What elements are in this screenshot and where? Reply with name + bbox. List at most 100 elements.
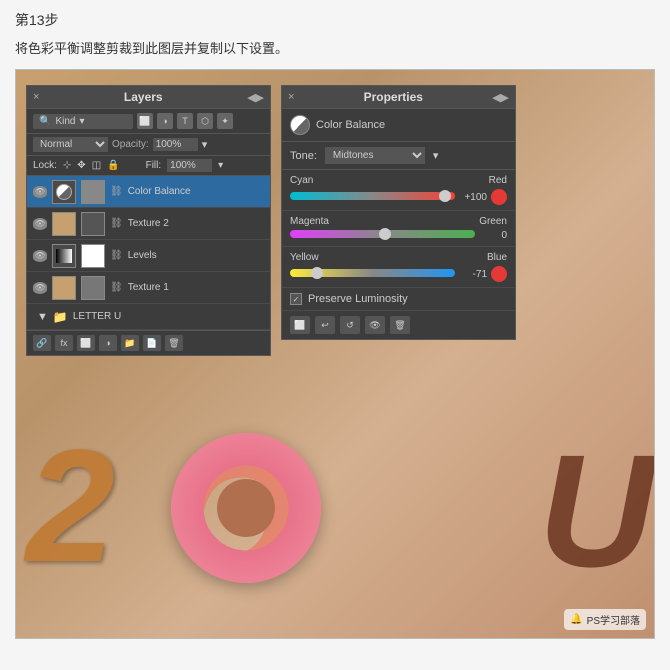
fill-label: Fill: — [146, 160, 162, 171]
chain-icon-4: ⛓ — [110, 282, 123, 293]
mask-texture-2 — [81, 212, 105, 236]
shape-filter-icon[interactable]: ⬡ — [197, 113, 213, 129]
delete-prop-button[interactable]: 🗑 — [390, 316, 410, 334]
color-balance-section-title: Color Balance — [316, 119, 385, 131]
layer-filter-toolbar: 🔍 Kind ▾ ⬜ ◑ T ⬡ ✦ — [27, 109, 270, 134]
blend-mode-row: Normal Multiply Screen Opacity: ▾ — [27, 134, 270, 156]
tone-select[interactable]: Midtones Shadows Highlights — [325, 147, 425, 164]
mask-color-balance — [81, 180, 105, 204]
opacity-input[interactable] — [153, 138, 198, 151]
page-container: 第13步 将色彩平衡调整剪裁到此图层并复制以下设置。 2 O U × Layer… — [0, 0, 670, 670]
panel-close[interactable]: × — [33, 91, 39, 103]
new-group-button[interactable]: 📁 — [121, 335, 139, 351]
preserve-luminosity-row: ✓ Preserve Luminosity — [282, 288, 515, 311]
fill-chevron: ▾ — [218, 160, 223, 171]
layer-effects-button[interactable]: fx — [55, 335, 73, 351]
layer-name-color-balance: Color Balance — [128, 186, 264, 197]
kind-filter[interactable]: 🔍 Kind ▾ — [33, 114, 133, 129]
chain-icon-3: ⛓ — [110, 250, 123, 261]
expand-icon[interactable]: ▼ — [37, 311, 48, 323]
magenta-label: Magenta — [290, 216, 329, 227]
color-balance-icon — [290, 115, 310, 135]
magenta-green-slider-inner: 0 — [290, 230, 507, 241]
smart-filter-icon[interactable]: ✦ — [217, 113, 233, 129]
thumb-texture-2 — [52, 212, 76, 236]
group-name: LETTER U — [73, 311, 264, 322]
adjustment-filter-icon[interactable]: ◑ — [157, 113, 173, 129]
letter-u: U — [538, 419, 649, 603]
cyan-label: Cyan — [290, 175, 313, 186]
clip-to-layer-button[interactable]: ⬜ — [290, 316, 310, 334]
undo-button[interactable]: ↩ — [315, 316, 335, 334]
cyan-red-dot — [491, 189, 507, 205]
new-adjustment-button[interactable]: ◑ — [99, 335, 117, 351]
visibility-icon-3[interactable]: 👁 — [33, 250, 47, 262]
watermark: 🔔 PS学习部落 — [564, 609, 646, 630]
layer-name-levels: Levels — [128, 250, 264, 261]
magenta-green-slider-row: Magenta Green 0 — [282, 211, 515, 247]
magenta-green-labels: Magenta Green — [290, 216, 507, 227]
magenta-green-thumb[interactable] — [379, 228, 391, 240]
layers-panel-title: Layers — [124, 90, 163, 104]
layer-color-balance[interactable]: 👁 ⛓ Color Balance — [27, 176, 270, 208]
layer-texture-1[interactable]: 👁 ⛓ Texture 1 — [27, 272, 270, 304]
search-icon: 🔍 — [39, 116, 51, 127]
layer-name-texture-1: Texture 1 — [128, 282, 264, 293]
layer-group-letter-u[interactable]: ▼ 📁 LETTER U — [27, 304, 270, 330]
fill-input[interactable] — [167, 159, 212, 172]
magenta-green-value: 0 — [479, 230, 507, 241]
properties-close[interactable]: × — [288, 91, 294, 103]
tone-label: Tone: — [290, 150, 317, 162]
red-label: Red — [489, 175, 507, 186]
layer-levels[interactable]: 👁 ⛓ Levels — [27, 240, 270, 272]
instruction-text: 将色彩平衡调整剪裁到此图层并复制以下设置。 — [15, 38, 655, 57]
panel-arrows[interactable]: ◀▶ — [247, 91, 264, 104]
delete-layer-button[interactable]: 🗑 — [165, 335, 183, 351]
layer-texture-2[interactable]: 👁 ⛓ Texture 2 — [27, 208, 270, 240]
visibility-prop-button[interactable]: 👁 — [365, 316, 385, 334]
link-layers-button[interactable]: 🔗 — [33, 335, 51, 351]
visibility-icon-2[interactable]: 👁 — [33, 218, 47, 230]
chain-icon-1: ⛓ — [110, 186, 123, 197]
reset-button[interactable]: ↺ — [340, 316, 360, 334]
step-label: 第13步 — [15, 10, 655, 30]
properties-bottom-toolbar: ⬜ ↩ ↺ 👁 🗑 — [282, 311, 515, 339]
folder-icon: 📁 — [53, 310, 68, 324]
layers-panel: × Layers ◀▶ 🔍 Kind ▾ ⬜ ◑ T ⬡ ✦ N — [26, 85, 271, 356]
image-filter-icon[interactable]: ⬜ — [137, 113, 153, 129]
cyan-red-slider-inner: +100 — [290, 189, 507, 205]
properties-arrows[interactable]: ◀▶ — [492, 91, 509, 104]
chain-icon-2: ⛓ — [110, 218, 123, 229]
lock-position-icon[interactable]: ⊹ — [63, 160, 71, 171]
new-layer-button[interactable]: 📄 — [143, 335, 161, 351]
mask-button[interactable]: ⬜ — [77, 335, 95, 351]
lock-move-icon[interactable]: ✥ — [77, 160, 85, 171]
cyan-red-slider-row: Cyan Red +100 — [282, 170, 515, 211]
kind-label: Kind — [55, 116, 75, 127]
thumb-levels — [52, 244, 76, 268]
layer-name-texture-2: Texture 2 — [128, 218, 264, 229]
mask-levels — [81, 244, 105, 268]
opacity-label: Opacity: — [112, 139, 149, 150]
cyan-red-thumb[interactable] — [439, 190, 451, 202]
yellow-blue-track[interactable] — [290, 269, 455, 277]
magenta-green-track[interactable] — [290, 230, 475, 238]
visibility-icon-1[interactable]: 👁 — [33, 186, 47, 198]
cyan-red-track[interactable] — [290, 192, 455, 200]
chevron-icon: ▾ — [79, 116, 84, 127]
yellow-blue-slider-inner: -71 — [290, 266, 507, 282]
visibility-icon-4[interactable]: 👁 — [33, 282, 47, 294]
donut — [171, 433, 321, 583]
lock-artboard-icon[interactable]: ◫ — [92, 160, 101, 171]
blue-label: Blue — [487, 252, 507, 263]
color-balance-title-row: Color Balance — [282, 109, 515, 142]
blend-mode-select[interactable]: Normal Multiply Screen — [33, 137, 108, 152]
cyan-red-value: +100 — [459, 192, 487, 203]
preserve-checkbox[interactable]: ✓ — [290, 293, 302, 305]
thumb-texture-1 — [52, 276, 76, 300]
opacity-row: Opacity: ▾ — [112, 138, 207, 151]
letter-2: 2 — [26, 414, 110, 598]
text-filter-icon[interactable]: T — [177, 113, 193, 129]
lock-all-icon[interactable]: 🔒 — [107, 160, 119, 171]
yellow-blue-thumb[interactable] — [311, 267, 323, 279]
